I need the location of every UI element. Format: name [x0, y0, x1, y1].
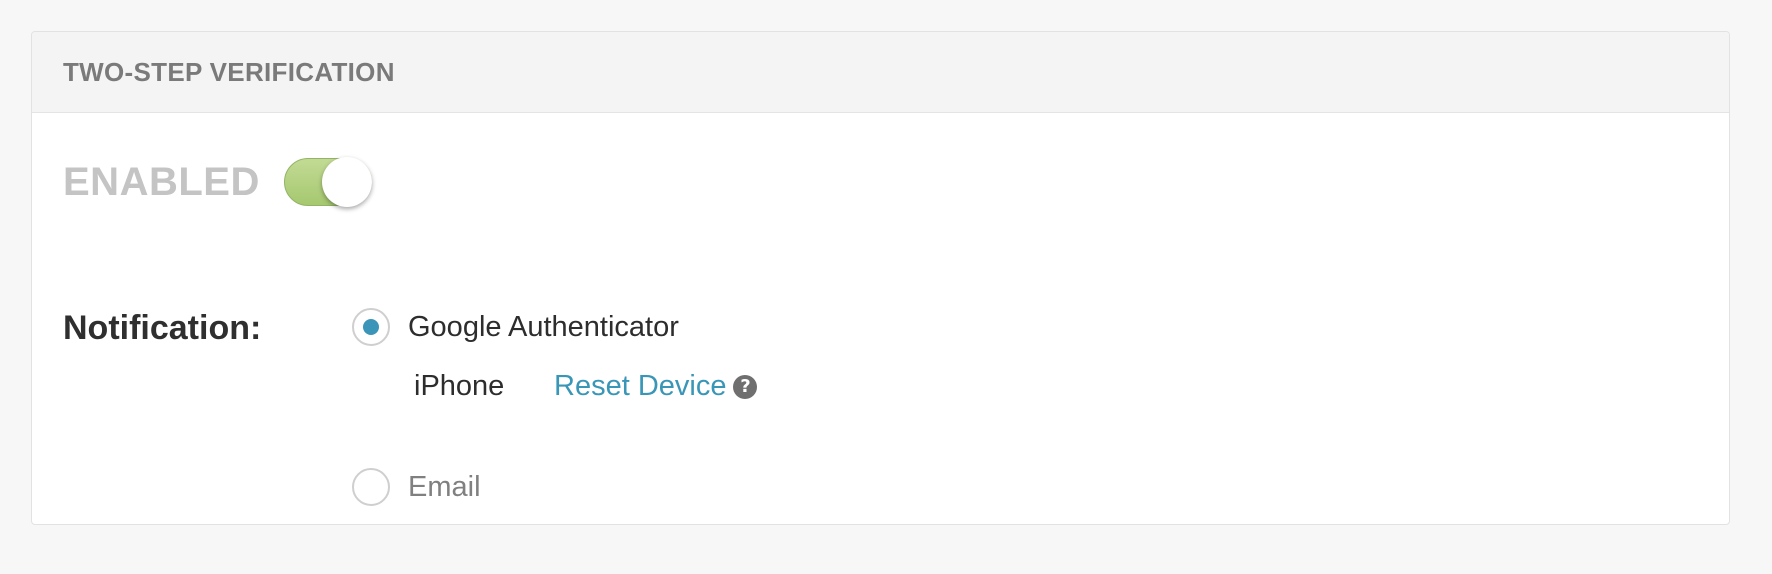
card-title: TWO-STEP VERIFICATION	[63, 56, 395, 87]
email-option[interactable]: Email	[352, 468, 481, 506]
email-radio[interactable]	[352, 468, 390, 506]
reset-device-link[interactable]: Reset Device	[554, 370, 726, 403]
device-row: iPhone Reset Device ?	[414, 370, 758, 403]
question-circle-icon[interactable]: ?	[733, 374, 758, 399]
email-label[interactable]: Email	[408, 471, 481, 504]
google-authenticator-radio[interactable]	[352, 308, 390, 346]
status-label: ENABLED	[63, 159, 260, 204]
card-header: TWO-STEP VERIFICATION	[32, 32, 1729, 113]
enable-toggle[interactable]	[283, 157, 372, 207]
device-name: iPhone	[414, 370, 505, 402]
google-authenticator-label[interactable]: Google Authenticator	[408, 311, 679, 344]
toggle-knob[interactable]	[321, 157, 372, 207]
notification-label: Notification:	[63, 309, 262, 347]
two-step-verification-card: TWO-STEP VERIFICATION ENABLED Notificati…	[31, 31, 1730, 525]
status-row: ENABLED	[63, 152, 372, 212]
google-authenticator-option[interactable]: Google Authenticator	[352, 308, 679, 346]
radio-selected-dot	[363, 319, 379, 335]
